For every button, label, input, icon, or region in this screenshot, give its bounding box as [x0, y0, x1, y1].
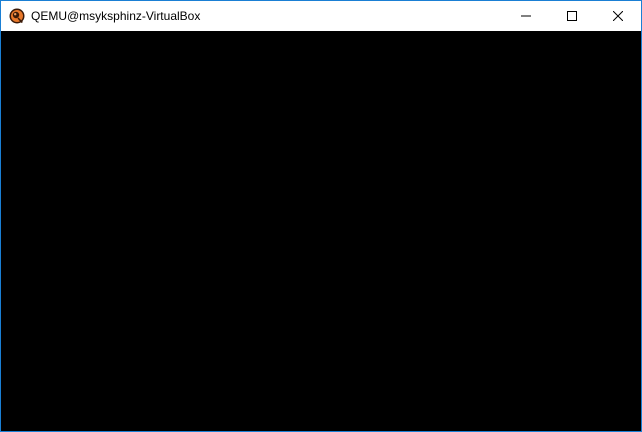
window-title: QEMU@msyksphinz-VirtualBox: [31, 9, 201, 23]
minimize-button[interactable]: [503, 1, 549, 31]
qemu-icon[interactable]: [9, 8, 25, 24]
qemu-window: QEMU@msyksphinz-VirtualBox: [0, 0, 642, 432]
window-controls: [503, 1, 641, 31]
close-button[interactable]: [595, 1, 641, 31]
minimize-icon: [521, 15, 531, 17]
title-bar[interactable]: QEMU@msyksphinz-VirtualBox: [1, 1, 641, 31]
maximize-icon: [567, 11, 577, 21]
maximize-button[interactable]: [549, 1, 595, 31]
close-icon: [613, 11, 623, 21]
vm-display[interactable]: [1, 31, 641, 431]
